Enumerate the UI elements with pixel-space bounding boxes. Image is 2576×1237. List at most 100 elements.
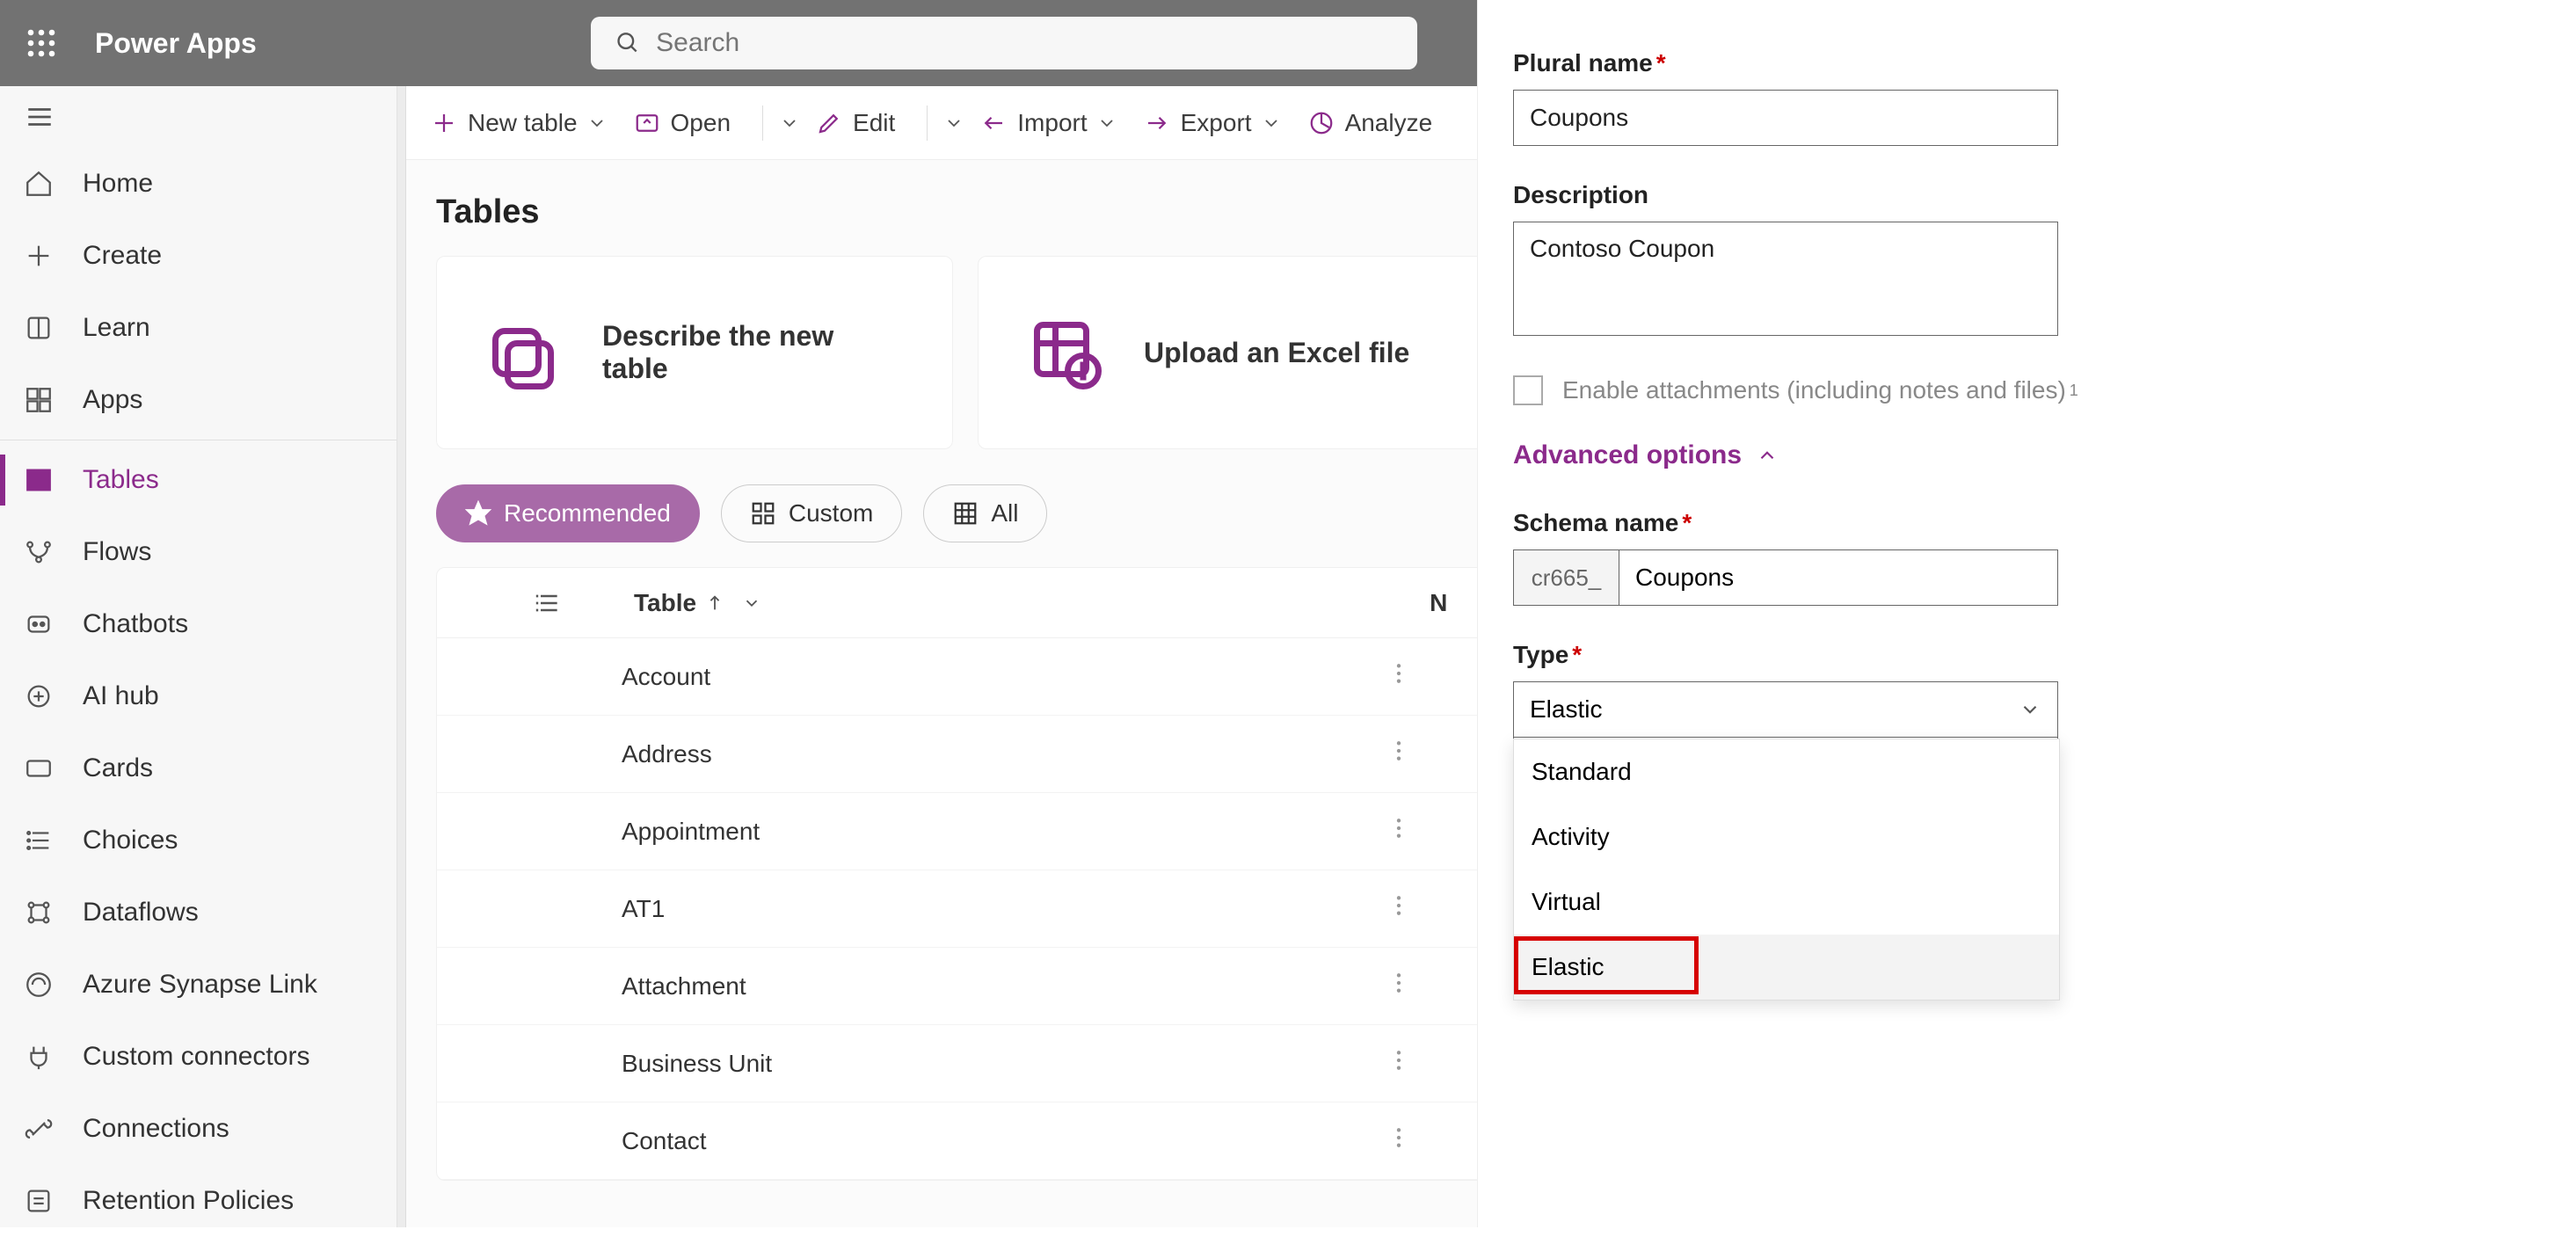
- cmd-open-dropdown[interactable]: [779, 86, 800, 159]
- nav-label: Dataflows: [83, 898, 199, 928]
- plural-name-input[interactable]: [1513, 90, 2058, 146]
- waffle-icon[interactable]: [19, 21, 63, 65]
- row-more-icon[interactable]: [1395, 1126, 1430, 1155]
- field-label: Description: [1513, 181, 2520, 209]
- nav-label: Cards: [83, 753, 153, 783]
- flow-icon: [19, 533, 58, 571]
- chevron-down-icon: [742, 593, 761, 613]
- card-describe-table[interactable]: Describe the new table: [436, 256, 953, 449]
- card-upload-excel[interactable]: Upload an Excel file: [978, 256, 1495, 449]
- nav-label: Create: [83, 241, 162, 271]
- search-input[interactable]: [656, 28, 1393, 58]
- nav-item-chatbots[interactable]: Chatbots: [0, 588, 397, 660]
- nav-label: Azure Synapse Link: [83, 970, 317, 1000]
- cmd-label: Export: [1181, 109, 1252, 137]
- row-more-icon[interactable]: [1395, 971, 1430, 1001]
- nav-label: Tables: [83, 465, 159, 495]
- app-title: Power Apps: [95, 27, 257, 60]
- row-name: AT1: [622, 895, 1395, 923]
- row-selector-icon[interactable]: [534, 589, 562, 617]
- chatbot-icon: [19, 605, 58, 644]
- option-standard[interactable]: Standard: [1514, 739, 2059, 804]
- nav-collapse-button[interactable]: [0, 86, 397, 148]
- field-label: Schema name*: [1513, 509, 2520, 537]
- toggle-label: Advanced options: [1513, 440, 1742, 470]
- cmd-edit-dropdown[interactable]: [943, 86, 964, 159]
- nav-resize-handle[interactable]: [397, 86, 406, 1227]
- filter-recommended[interactable]: Recommended: [436, 484, 700, 542]
- home-icon: [19, 164, 58, 203]
- chevron-up-icon: [1756, 444, 1779, 467]
- cmd-import[interactable]: Import: [980, 86, 1127, 159]
- enable-attachments-checkbox[interactable]: Enable attachments (including notes and …: [1513, 375, 2520, 405]
- nav-item-connections[interactable]: Connections: [0, 1093, 397, 1165]
- col-header-name[interactable]: N: [1430, 589, 1447, 617]
- option-virtual[interactable]: Virtual: [1514, 870, 2059, 935]
- field-label: Type*: [1513, 641, 2520, 669]
- nav-item-tables[interactable]: Tables: [0, 444, 397, 516]
- list-icon: [19, 821, 58, 860]
- col-header-table[interactable]: Table: [634, 589, 761, 617]
- row-name: Contact: [622, 1127, 1395, 1155]
- field-label: Plural name*: [1513, 49, 2520, 77]
- cmd-analyze[interactable]: Analyze: [1308, 86, 1433, 159]
- nav-item-flows[interactable]: Flows: [0, 516, 397, 588]
- nav-label: Connections: [83, 1114, 229, 1144]
- chevron-down-icon: [779, 113, 800, 134]
- option-activity[interactable]: Activity: [1514, 804, 2059, 870]
- describe-icon: [486, 316, 560, 389]
- nav-item-apps[interactable]: Apps: [0, 364, 397, 436]
- row-name: Attachment: [622, 972, 1395, 1001]
- row-more-icon[interactable]: [1395, 817, 1430, 846]
- option-elastic[interactable]: Elastic: [1514, 935, 2059, 1000]
- row-more-icon[interactable]: [1395, 894, 1430, 923]
- row-name: Account: [622, 663, 1395, 691]
- nav-label: Home: [83, 169, 153, 199]
- nav-label: AI hub: [83, 681, 159, 711]
- star-icon: [465, 500, 491, 527]
- dataflow-icon: [19, 893, 58, 932]
- filter-all[interactable]: All: [923, 484, 1047, 542]
- nav-item-synapse[interactable]: Azure Synapse Link: [0, 949, 397, 1021]
- nav-item-home[interactable]: Home: [0, 148, 397, 220]
- row-name: Business Unit: [622, 1050, 1395, 1078]
- chevron-down-icon: [2019, 698, 2041, 721]
- search-icon: [615, 30, 640, 56]
- cmd-new-table[interactable]: New table: [431, 86, 618, 159]
- chevron-down-icon: [1261, 113, 1282, 134]
- connection-icon: [19, 1110, 58, 1148]
- nav-item-aihub[interactable]: AI hub: [0, 660, 397, 732]
- grid-icon: [750, 500, 776, 527]
- field-type: Type* Elastic Standard Activity Virtual …: [1513, 641, 2520, 790]
- nav-item-custom-connectors[interactable]: Custom connectors: [0, 1021, 397, 1093]
- description-input[interactable]: [1513, 222, 2058, 336]
- nav-item-retention[interactable]: Retention Policies: [0, 1165, 397, 1237]
- card-label: Upload an Excel file: [1144, 337, 1409, 369]
- row-more-icon[interactable]: [1395, 739, 1430, 768]
- nav-item-learn[interactable]: Learn: [0, 292, 397, 364]
- cmd-export[interactable]: Export: [1144, 86, 1292, 159]
- nav-item-choices[interactable]: Choices: [0, 804, 397, 877]
- global-search[interactable]: [591, 17, 1417, 69]
- cmd-label: Import: [1017, 109, 1087, 137]
- nav-label: Choices: [83, 826, 178, 855]
- col-header-label: N: [1430, 589, 1447, 617]
- nav-item-create[interactable]: Create: [0, 220, 397, 292]
- retention-icon: [19, 1182, 58, 1220]
- chevron-down-icon: [586, 113, 608, 134]
- schema-name-input[interactable]: [1619, 549, 2058, 606]
- chevron-down-icon: [943, 113, 964, 134]
- nav-item-cards[interactable]: Cards: [0, 732, 397, 804]
- filter-custom[interactable]: Custom: [721, 484, 902, 542]
- type-select[interactable]: Elastic Standard Activity Virtual Elasti…: [1513, 681, 2058, 738]
- checkbox-icon: [1513, 375, 1543, 405]
- field-enable-attachments: Enable attachments (including notes and …: [1513, 375, 2520, 405]
- cmd-open[interactable]: Open: [634, 86, 731, 159]
- pill-label: Recommended: [504, 499, 671, 528]
- nav-item-dataflows[interactable]: Dataflows: [0, 877, 397, 949]
- field-plural-name: Plural name*: [1513, 49, 2520, 146]
- advanced-options-toggle[interactable]: Advanced options: [1513, 440, 2520, 470]
- cmd-edit[interactable]: Edit: [816, 86, 895, 159]
- row-more-icon[interactable]: [1395, 1049, 1430, 1078]
- row-more-icon[interactable]: [1395, 662, 1430, 691]
